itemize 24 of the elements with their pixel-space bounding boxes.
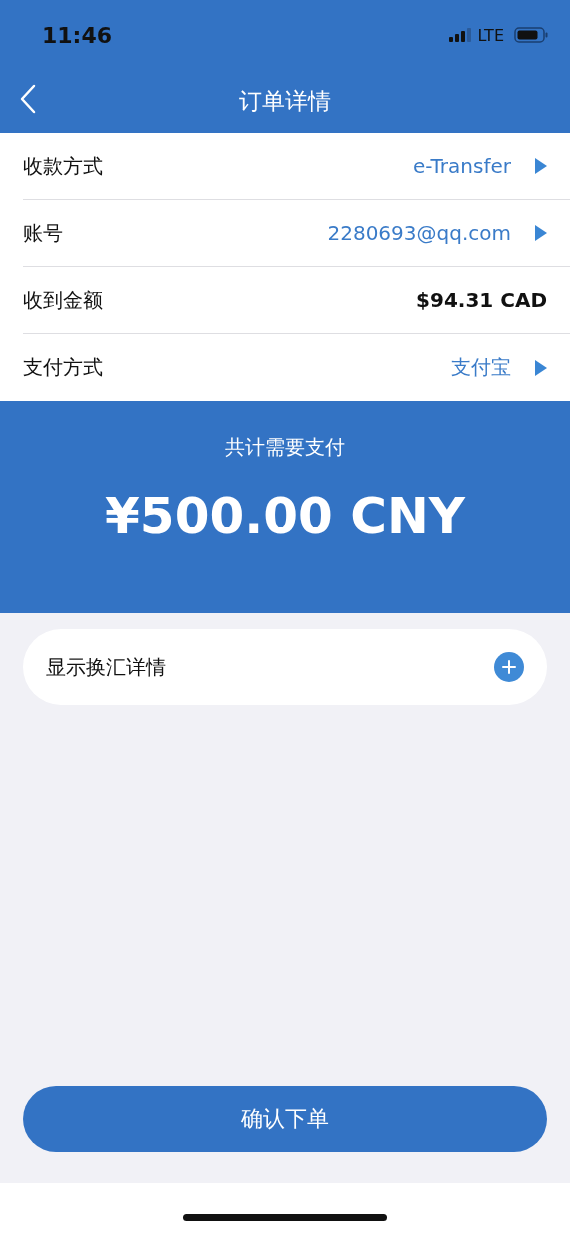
row-value: 支付宝	[451, 354, 511, 381]
arrow-icon	[535, 225, 547, 241]
row-label: 支付方式	[23, 354, 104, 381]
row-value: e-Transfer	[412, 154, 511, 178]
row-label: 账号	[23, 219, 64, 247]
total-amount: ¥500.00 CNY	[105, 487, 465, 545]
network-label: LTE	[477, 25, 504, 45]
detail-row[interactable]: 收款方式 e-Transfer	[23, 133, 570, 200]
detail-row[interactable]: 支付方式 支付宝	[23, 334, 570, 401]
detail-row[interactable]: 账号 2280693@qq.com	[23, 200, 570, 267]
row-label: 收到金额	[23, 286, 104, 314]
exchange-details-toggle[interactable]: 显示换汇详情	[23, 629, 547, 705]
confirm-button[interactable]: 确认下单	[23, 1086, 547, 1152]
arrow-icon	[535, 359, 547, 376]
row-label: 收款方式	[23, 152, 104, 180]
total-label: 共计需要支付	[225, 434, 345, 461]
toggle-label: 显示换汇详情	[46, 653, 166, 681]
status-time: 11:46	[42, 22, 113, 48]
battery-icon	[514, 27, 548, 43]
screen-title: 订单详情	[239, 87, 331, 116]
signal-icon	[449, 28, 472, 42]
row-value: $94.31 CAD	[416, 288, 547, 312]
arrow-icon	[535, 158, 547, 174]
row-value: 2280693@qq.com	[327, 221, 511, 245]
